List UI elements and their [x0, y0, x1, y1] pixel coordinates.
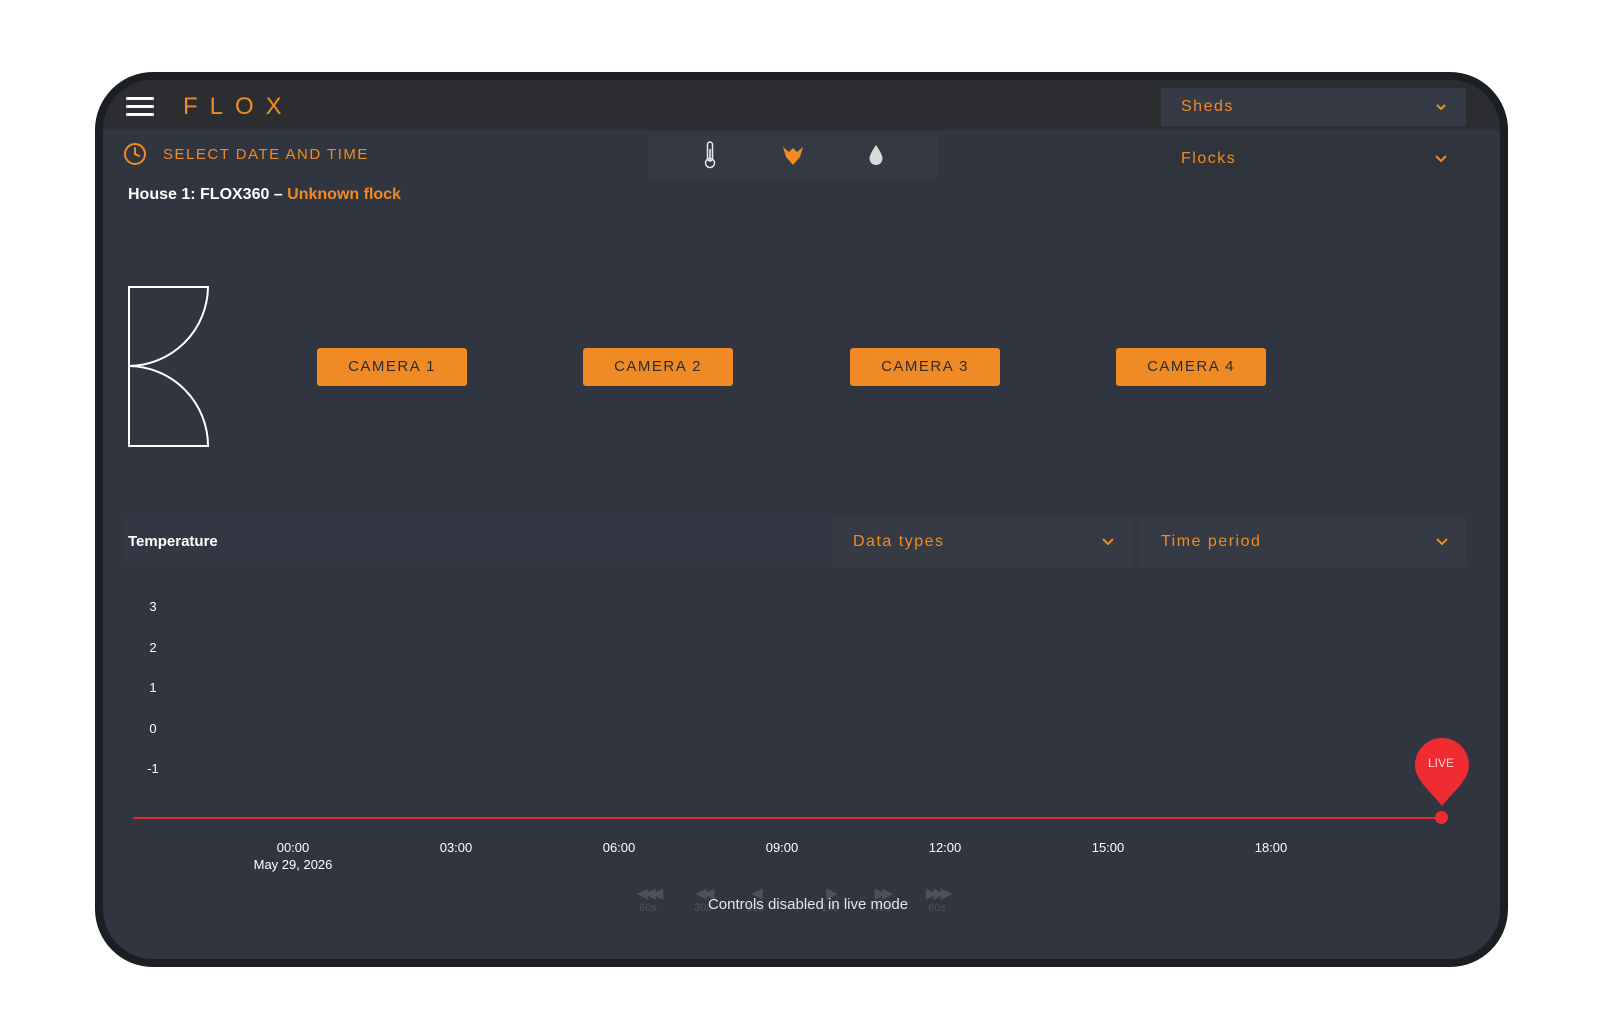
map-pin-icon	[1415, 738, 1469, 806]
app-logo: FLOX	[183, 93, 294, 120]
x-axis-tick: 18:00	[1254, 840, 1288, 855]
timeline-axis	[133, 817, 1443, 819]
flock-name: Unknown flock	[287, 186, 401, 203]
thermometer-icon[interactable]	[696, 141, 724, 169]
chevron-down-icon	[1436, 538, 1448, 546]
temperature-title: Temperature	[128, 533, 218, 550]
x-axis-tick: 09:00	[765, 840, 799, 855]
time-period-label: Time period	[1161, 533, 1262, 550]
camera-4-button[interactable]: CAMERA 4	[1116, 348, 1266, 386]
x-axis-tick: 06:00	[602, 840, 636, 855]
timeline-cursor[interactable]	[1435, 811, 1448, 824]
x-axis-tick: 03:00	[439, 840, 473, 855]
top-bar: FLOX Sheds	[103, 80, 1500, 130]
app-screen: FLOX Sheds SELECT DATE AND TIME Flocks H…	[103, 80, 1500, 959]
x-axis-tick: 12:00	[928, 840, 962, 855]
live-label: LIVE	[1427, 756, 1454, 770]
house-floorplan	[128, 286, 210, 447]
y-axis-tick: 1	[149, 680, 157, 695]
data-types-dropdown[interactable]: Data types	[833, 517, 1133, 567]
flocks-dropdown[interactable]: Flocks	[1161, 140, 1466, 178]
clock-icon	[124, 143, 146, 165]
camera-3-button[interactable]: CAMERA 3	[850, 348, 1000, 386]
data-types-label: Data types	[853, 533, 945, 550]
chevron-down-icon	[1435, 155, 1447, 163]
x-axis-date: May 29, 2026	[253, 857, 333, 872]
house-title: House 1: FLOX360 – Unknown flock	[128, 186, 401, 204]
x-axis-tick: 00:00	[276, 840, 310, 855]
y-axis-tick: -1	[147, 761, 159, 776]
sheds-label: Sheds	[1181, 98, 1234, 115]
camera-1-button[interactable]: CAMERA 1	[317, 348, 467, 386]
select-date-time-button[interactable]: SELECT DATE AND TIME	[123, 142, 369, 166]
chevron-down-icon	[1436, 104, 1446, 111]
water-drop-icon[interactable]	[862, 141, 890, 169]
y-axis-tick: 3	[149, 599, 157, 614]
sheds-dropdown[interactable]: Sheds	[1161, 88, 1466, 126]
flocks-label: Flocks	[1181, 150, 1237, 167]
sensor-icon-bar	[648, 132, 938, 178]
bird-icon[interactable]	[779, 141, 807, 169]
time-period-dropdown[interactable]: Time period	[1141, 517, 1467, 567]
controls-disabled-message: Controls disabled in live mode	[707, 896, 909, 913]
playback-controls: ◀◀◀ 60s ◀◀ 30s ◀ 10s ▶ 10s ▶▶ 30s ▶▶▶ 60s Cont…	[623, 884, 953, 920]
date-time-label: SELECT DATE AND TIME	[163, 145, 369, 163]
y-axis-tick: 2	[149, 640, 157, 655]
live-marker[interactable]: LIVE	[1413, 736, 1471, 808]
tablet-frame: FLOX Sheds SELECT DATE AND TIME Flocks H…	[95, 72, 1508, 967]
y-axis-tick: 0	[149, 721, 157, 736]
camera-2-button[interactable]: CAMERA 2	[583, 348, 733, 386]
chevron-down-icon	[1102, 538, 1114, 546]
x-axis-tick: 15:00	[1091, 840, 1125, 855]
menu-icon[interactable]	[126, 97, 154, 117]
house-name: House 1: FLOX360 –	[128, 186, 283, 203]
